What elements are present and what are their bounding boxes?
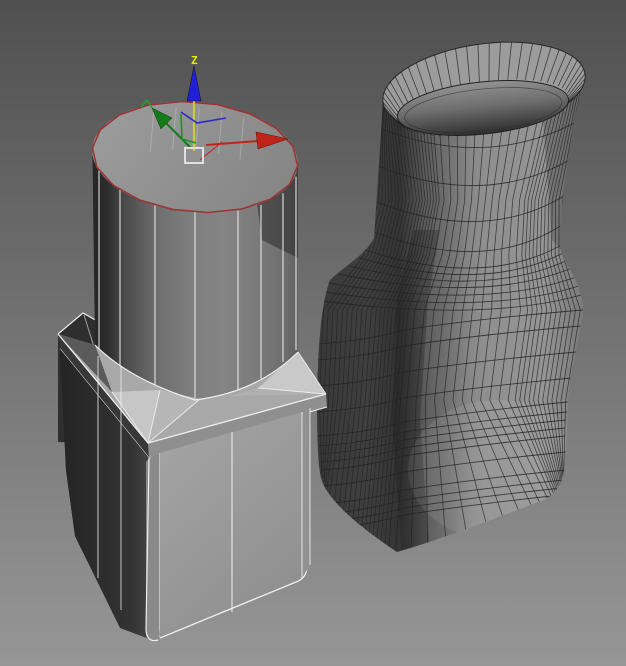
- z-axis-label: Z: [191, 54, 198, 67]
- lowpoly-model[interactable]: [57, 93, 328, 642]
- viewport-3d[interactable]: Z: [0, 0, 626, 666]
- scene-svg[interactable]: Z: [0, 0, 626, 666]
